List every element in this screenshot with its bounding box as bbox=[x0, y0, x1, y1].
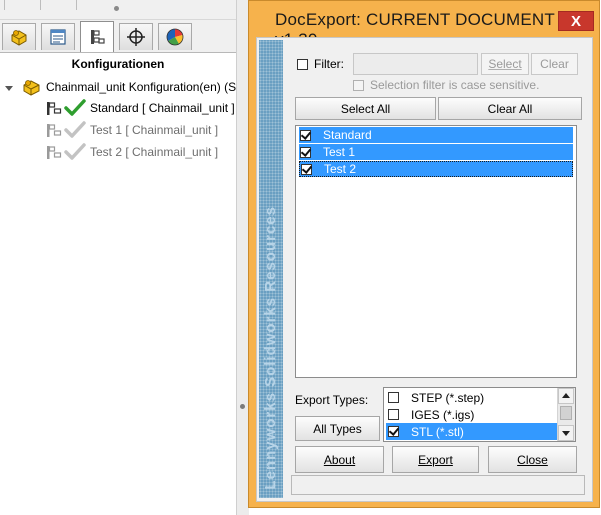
tree-root[interactable]: Chainmail_unit Konfiguration(en) (S bbox=[22, 77, 236, 97]
select-button-label: Select bbox=[488, 57, 522, 71]
active-checkmark-icon bbox=[64, 99, 86, 116]
header-divider bbox=[40, 0, 41, 10]
close-label: Close bbox=[517, 452, 548, 467]
part-properties-icon bbox=[11, 30, 27, 46]
pane-grip-icon[interactable] bbox=[114, 6, 119, 11]
config-checkbox[interactable] bbox=[300, 146, 311, 158]
list-item[interactable]: STL (*.stl) bbox=[386, 423, 559, 440]
property-manager-icon bbox=[50, 29, 66, 45]
inactive-checkmark-icon bbox=[64, 143, 86, 160]
list-item[interactable]: Test 2 bbox=[299, 161, 573, 177]
list-item[interactable]: STEP (*.step) bbox=[386, 389, 559, 406]
list-item-label: IGES (*.igs) bbox=[411, 407, 475, 422]
dimxpert-icon bbox=[127, 28, 145, 46]
tab-part-properties[interactable] bbox=[2, 23, 36, 50]
dialog-body: Lennyworks Solidworks Resources Filter: … bbox=[256, 37, 593, 502]
config-label: Standard [ Chainmail_unit ] bbox=[90, 101, 235, 115]
list-item-label: Standard bbox=[323, 128, 372, 142]
clear-all-label: Clear All bbox=[487, 101, 533, 116]
export-types-list[interactable]: STEP (*.step) IGES (*.igs) STL (*.stl) bbox=[383, 387, 576, 442]
all-types-label: All Types bbox=[313, 421, 362, 436]
panel-title: Konfigurationen bbox=[71, 57, 165, 71]
export-type-checkbox[interactable] bbox=[388, 409, 399, 420]
configuration-node-icon bbox=[47, 124, 62, 137]
list-item-label: Test 1 bbox=[323, 145, 356, 159]
configuration-manager-pane: Konfigurationen Chainmail_unit Konfigura… bbox=[0, 0, 236, 515]
about-label: About bbox=[323, 452, 356, 467]
tab-configuration-manager[interactable] bbox=[80, 21, 114, 52]
banner-text: Lennyworks Solidworks Resources bbox=[262, 206, 279, 490]
scroll-up-button[interactable] bbox=[558, 388, 574, 404]
list-item[interactable]: Standard bbox=[299, 127, 573, 143]
side-banner: Lennyworks Solidworks Resources bbox=[259, 40, 283, 498]
filter-checkbox[interactable] bbox=[297, 59, 308, 70]
list-item-label: STEP (*.step) bbox=[411, 390, 485, 405]
tab-property-manager[interactable] bbox=[41, 23, 75, 50]
list-item[interactable]: IGES (*.igs) bbox=[386, 406, 559, 423]
pane-header-strip bbox=[0, 0, 236, 20]
all-types-button[interactable]: All Types bbox=[295, 416, 380, 441]
header-divider bbox=[4, 0, 5, 10]
config-item-test-2[interactable]: Test 2 [ Chainmail_unit ] bbox=[46, 142, 218, 162]
export-types-label: Export Types: bbox=[295, 393, 369, 407]
part-icon bbox=[23, 80, 40, 96]
scroll-down-icon bbox=[562, 431, 570, 436]
clear-button[interactable]: Clear bbox=[531, 53, 578, 75]
header-divider bbox=[76, 0, 77, 10]
list-item-label: STL (*.stl) bbox=[411, 424, 464, 439]
tree-root-label: Chainmail_unit Konfiguration(en) (S bbox=[46, 80, 237, 94]
case-sensitive-checkbox[interactable] bbox=[353, 80, 364, 91]
title-bar[interactable]: DocExport: CURRENT DOCUMENT v1.30 X bbox=[249, 1, 599, 49]
close-button[interactable]: Close bbox=[488, 446, 577, 473]
config-checkbox[interactable] bbox=[301, 163, 312, 175]
config-label: Test 2 [ Chainmail_unit ] bbox=[90, 145, 219, 159]
clear-all-button[interactable]: Clear All bbox=[438, 97, 582, 120]
manager-tab-bar bbox=[0, 20, 236, 53]
case-sensitive-label: Selection filter is case sensitive. bbox=[370, 78, 540, 92]
window-close-button[interactable]: X bbox=[558, 11, 594, 31]
status-bar bbox=[291, 475, 585, 495]
export-type-checkbox[interactable] bbox=[388, 392, 399, 403]
scroll-up-icon bbox=[562, 393, 570, 398]
list-item-label: Test 2 bbox=[324, 162, 357, 176]
about-button[interactable]: About bbox=[295, 446, 384, 473]
config-label: Test 1 [ Chainmail_unit ] bbox=[90, 123, 219, 137]
scroll-down-button[interactable] bbox=[558, 425, 574, 441]
export-types-scrollbar[interactable] bbox=[557, 388, 575, 441]
select-all-button[interactable]: Select All bbox=[295, 97, 436, 120]
inactive-checkmark-icon bbox=[64, 121, 86, 138]
config-item-test-1[interactable]: Test 1 [ Chainmail_unit ] bbox=[46, 120, 218, 140]
collapse-arrow-icon[interactable] bbox=[5, 86, 13, 91]
filter-label: Filter: bbox=[314, 57, 344, 71]
list-item[interactable]: Test 1 bbox=[299, 144, 573, 160]
configurations-list[interactable]: Standard Test 1 Test 2 bbox=[295, 125, 577, 378]
close-icon: X bbox=[570, 13, 581, 30]
clear-button-label: Clear bbox=[540, 57, 569, 71]
display-manager-icon bbox=[166, 28, 184, 46]
splitter-grip-icon[interactable] bbox=[240, 404, 245, 409]
export-type-checkbox[interactable] bbox=[388, 426, 399, 437]
config-item-standard[interactable]: Standard [ Chainmail_unit ] bbox=[46, 98, 235, 118]
tab-dimxpert[interactable] bbox=[119, 23, 153, 50]
filter-input[interactable] bbox=[353, 53, 478, 75]
export-button[interactable]: Export bbox=[392, 446, 479, 473]
configuration-node-icon bbox=[47, 102, 62, 115]
config-checkbox[interactable] bbox=[300, 129, 311, 141]
configuration-node-icon bbox=[47, 146, 62, 159]
export-label: Export bbox=[418, 452, 453, 467]
scroll-thumb[interactable] bbox=[560, 406, 572, 420]
select-all-label: Select All bbox=[340, 101, 391, 116]
select-button[interactable]: Select bbox=[481, 53, 529, 75]
configuration-manager-icon bbox=[91, 30, 105, 44]
docexport-window: DocExport: CURRENT DOCUMENT v1.30 X Lenn… bbox=[248, 0, 600, 508]
tab-display-manager[interactable] bbox=[158, 23, 192, 50]
